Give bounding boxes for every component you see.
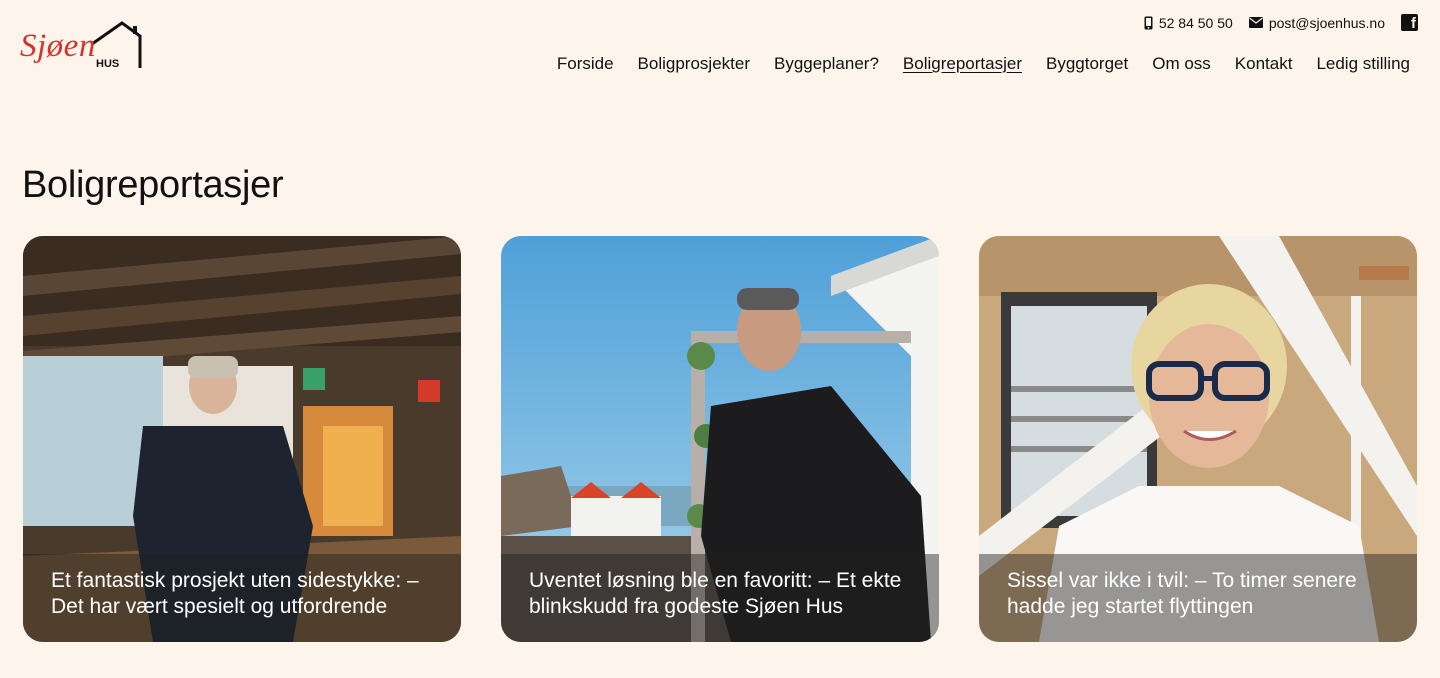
mobile-phone-icon [1144, 16, 1153, 29]
phone-number: 52 84 50 50 [1158, 14, 1233, 31]
contact-bar: 52 84 50 50 post@sjoenhus.no f [1144, 14, 1418, 31]
envelope-icon [1248, 17, 1263, 28]
nav-item-byggtorget[interactable]: Byggtorget [1046, 54, 1128, 74]
site-logo[interactable]: Sjøen HUS [20, 20, 142, 74]
article-card[interactable]: Et fantastisk prosjekt uten sidestykke: … [23, 236, 461, 642]
phone-link[interactable]: 52 84 50 50 [1144, 15, 1233, 31]
nav-item-boligprosjekter[interactable]: Boligprosjekter [638, 54, 750, 74]
logo-subtext: HUS [96, 58, 120, 70]
nav-item-boligreportasjer[interactable]: Boligreportasjer [903, 54, 1022, 74]
page-title: Boligreportasjer [22, 164, 284, 206]
nav-item-ledig-stilling[interactable]: Ledig stilling [1316, 54, 1410, 74]
card-title-line-1: Sissel var ikke i tvil: – To timer sener… [1007, 569, 1357, 592]
facebook-icon[interactable]: f [1401, 14, 1418, 31]
logo-wordmark: Sjøen [20, 28, 96, 64]
nav-item-om-oss[interactable]: Om oss [1152, 54, 1211, 74]
card-title-line-2: Det har vært spesielt og utfordrende [51, 595, 388, 618]
nav-item-forside[interactable]: Forside [557, 54, 614, 74]
card-title-line-1: Uventet løsning ble en favoritt: – Et ek… [529, 569, 902, 592]
card-caption: Sissel var ikke i tvil: – To timer sener… [979, 554, 1417, 642]
article-card[interactable]: Uventet løsning ble en favoritt: – Et ek… [501, 236, 939, 642]
email-link[interactable]: post@sjoenhus.no [1248, 14, 1385, 31]
main-nav: Forside Boligprosjekter Byggeplaner? Bol… [557, 54, 1410, 74]
nav-item-byggeplaner[interactable]: Byggeplaner? [774, 54, 879, 74]
card-caption: Et fantastisk prosjekt uten sidestykke: … [23, 554, 461, 642]
card-title-line-1: Et fantastisk prosjekt uten sidestykke: … [51, 569, 419, 592]
email-address: post@sjoenhus.no [1268, 14, 1385, 31]
nav-item-kontakt[interactable]: Kontakt [1235, 54, 1293, 74]
article-card[interactable]: Sissel var ikke i tvil: – To timer sener… [979, 236, 1417, 642]
card-caption: Uventet løsning ble en favoritt: – Et ek… [501, 554, 939, 642]
card-title-line-2: blinkskudd fra godeste Sjøen Hus [529, 595, 844, 618]
card-title-line-2: hadde jeg startet flyttingen [1007, 595, 1254, 618]
